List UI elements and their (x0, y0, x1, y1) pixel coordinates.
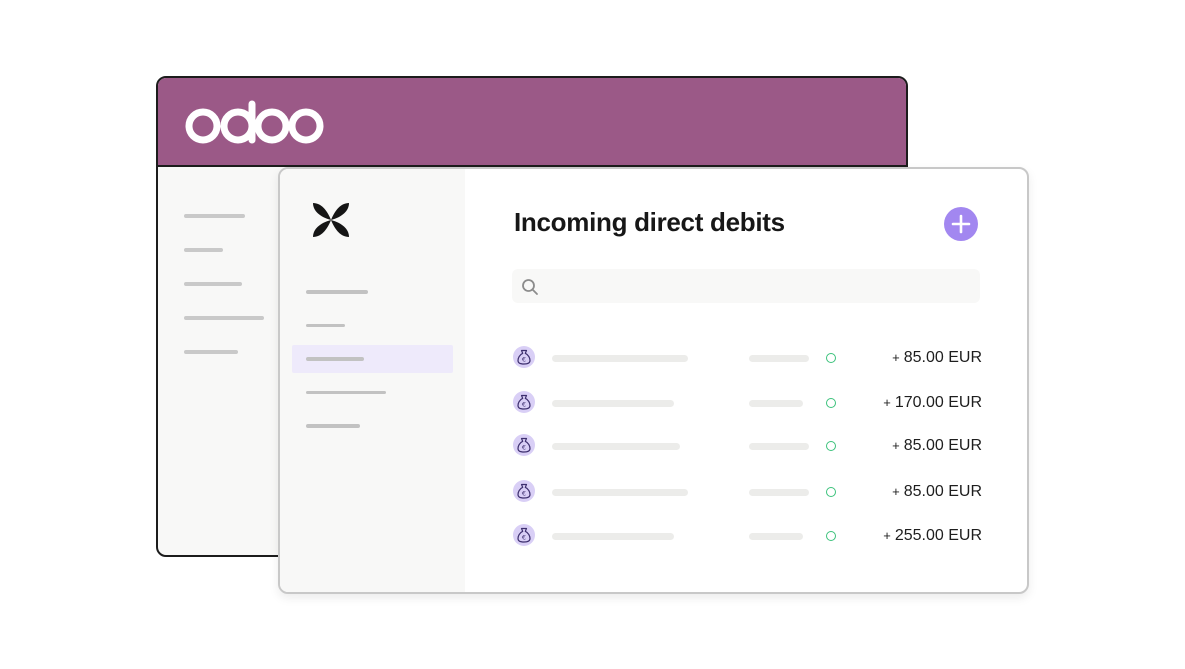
banking-window: Incoming direct debits € +85.00 EUR € + … (278, 167, 1029, 594)
transaction-date-placeholder (749, 533, 803, 540)
svg-text:€: € (522, 355, 526, 363)
odoo-menu-item[interactable] (184, 350, 238, 354)
transaction-description-placeholder (552, 400, 674, 407)
transaction-row[interactable]: € +85.00 EUR (512, 346, 982, 370)
transaction-amount: +85.00 EUR (892, 483, 982, 500)
status-indicator (826, 441, 836, 451)
sidebar-item[interactable] (292, 312, 453, 340)
transaction-amount: +170.00 EUR (883, 394, 982, 411)
status-indicator (826, 398, 836, 408)
sidebar-item-placeholder (306, 323, 345, 327)
transaction-row[interactable]: € +255.00 EUR (512, 524, 982, 548)
transaction-description-placeholder (552, 533, 674, 540)
transaction-date-placeholder (749, 489, 809, 496)
svg-text:€: € (522, 443, 526, 451)
transaction-amount: +85.00 EUR (892, 349, 982, 366)
sidebar-item[interactable] (292, 379, 453, 407)
odoo-menu-item[interactable] (184, 248, 223, 252)
sidebar (280, 169, 465, 592)
transaction-list: € +85.00 EUR € +170.00 EUR € +85.00 EUR (512, 169, 982, 592)
sidebar-item-placeholder (306, 424, 360, 428)
transaction-date-placeholder (749, 355, 809, 362)
four-petal-logo-icon (313, 203, 349, 237)
odoo-menu-item[interactable] (184, 214, 245, 218)
sidebar-item-active[interactable] (292, 345, 453, 373)
odoo-menu-item[interactable] (184, 282, 242, 286)
sidebar-item-placeholder (306, 290, 368, 294)
status-indicator (826, 353, 836, 363)
money-bag-euro-icon: € (513, 524, 535, 546)
sidebar-item-placeholder (306, 357, 364, 361)
sidebar-item-placeholder (306, 390, 386, 394)
status-indicator (826, 487, 836, 497)
svg-text:€: € (522, 489, 526, 497)
transaction-amount: +85.00 EUR (892, 437, 982, 454)
transaction-date-placeholder (749, 443, 809, 450)
transaction-row[interactable]: € +85.00 EUR (512, 434, 982, 458)
transaction-date-placeholder (749, 400, 803, 407)
transaction-description-placeholder (552, 443, 680, 450)
odoo-menu-item[interactable] (184, 316, 264, 320)
odoo-sidebar-menu (184, 214, 264, 384)
transaction-description-placeholder (552, 489, 688, 496)
sidebar-item[interactable] (292, 412, 453, 440)
transaction-row[interactable]: € +170.00 EUR (512, 391, 982, 415)
money-bag-euro-icon: € (513, 434, 535, 456)
transaction-description-placeholder (552, 355, 688, 362)
odoo-logo (185, 100, 324, 144)
money-bag-euro-icon: € (513, 391, 535, 413)
transaction-row[interactable]: € +85.00 EUR (512, 480, 982, 504)
sidebar-item[interactable] (292, 278, 453, 306)
svg-text:€: € (522, 533, 526, 541)
transaction-amount: +255.00 EUR (883, 527, 982, 544)
svg-text:€: € (522, 400, 526, 408)
money-bag-euro-icon: € (513, 346, 535, 368)
status-indicator (826, 531, 836, 541)
sidebar-nav (292, 278, 453, 446)
money-bag-euro-icon: € (513, 480, 535, 502)
odoo-header (158, 78, 906, 167)
